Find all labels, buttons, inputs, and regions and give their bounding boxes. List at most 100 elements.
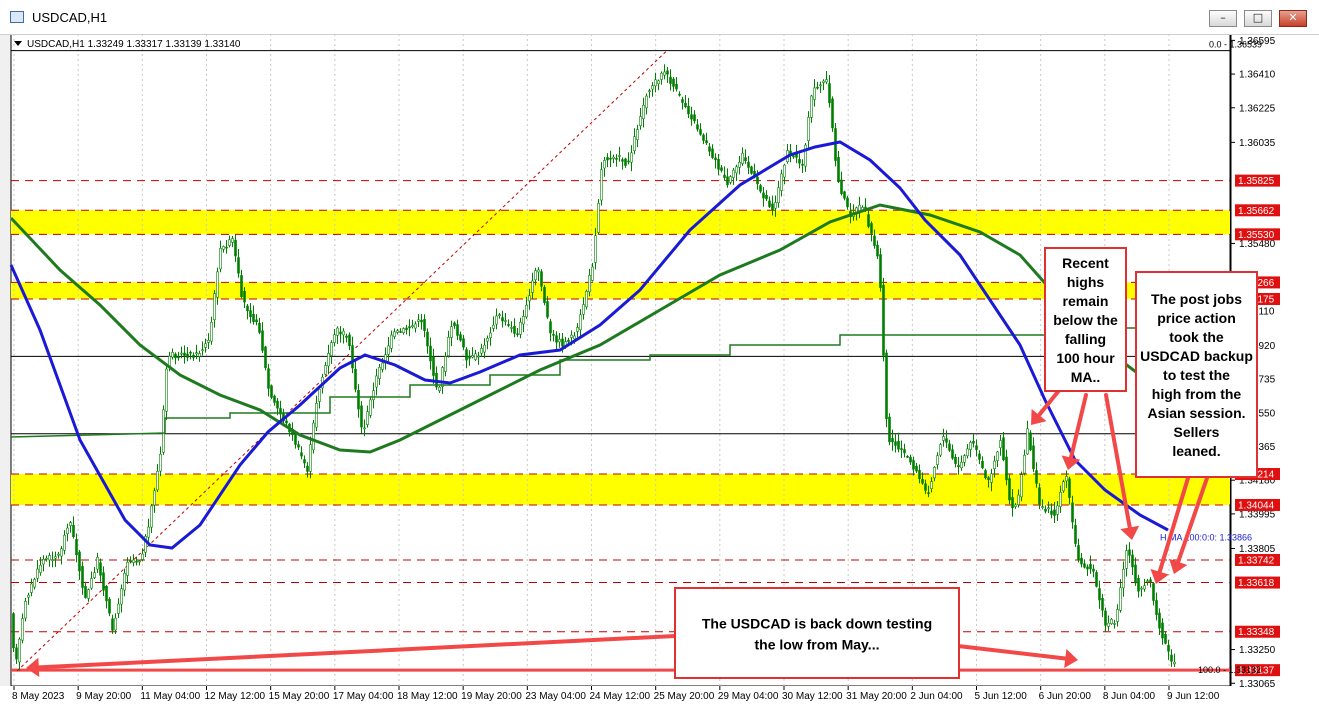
candle-body	[969, 442, 972, 450]
candle-body	[51, 559, 54, 561]
candle-body	[717, 159, 720, 170]
candle-body	[387, 345, 390, 355]
candle-body	[888, 416, 891, 443]
candle-body	[909, 456, 912, 463]
candle-body	[780, 173, 783, 191]
jobs-annotation-line: to test the	[1163, 367, 1230, 383]
maximize-button[interactable]: □	[1244, 10, 1272, 27]
candle-body	[1128, 549, 1131, 556]
low-annotation-line: The USDCAD is back down testing	[702, 615, 932, 631]
candle-body	[1071, 502, 1074, 523]
candle-body	[126, 561, 129, 576]
candle-body	[627, 160, 630, 163]
candle-body	[426, 331, 429, 347]
candle-body	[597, 203, 600, 233]
candle-body	[609, 157, 612, 160]
close-button[interactable]: ✕	[1279, 10, 1307, 27]
candle-body	[33, 579, 36, 588]
candle-body	[393, 331, 396, 337]
candle-body	[249, 310, 252, 318]
candle-body	[402, 328, 405, 334]
candle-body	[603, 160, 606, 169]
candle-body	[924, 483, 927, 491]
candle-body	[636, 129, 639, 141]
candle-body	[375, 375, 378, 388]
time-tick-label: 25 May 20:00	[654, 691, 715, 702]
minimize-button[interactable]: –	[1209, 10, 1237, 27]
candle-body	[1032, 445, 1035, 470]
candle-body	[585, 291, 588, 308]
candle-body	[708, 146, 711, 152]
candle-body	[1008, 478, 1011, 501]
candle-body	[531, 280, 534, 293]
candle-body	[873, 235, 876, 246]
candle-body	[468, 355, 471, 359]
candle-body	[1041, 506, 1044, 508]
candle-body	[858, 204, 861, 211]
highs-annotation-line: 100 hour	[1056, 350, 1115, 366]
candle-body	[465, 349, 468, 361]
candle-body	[675, 83, 678, 90]
highs-annotation: Recent highs remain below the falling 100 hou…	[1044, 247, 1127, 392]
candle-body	[1074, 525, 1077, 544]
candle-body	[726, 176, 729, 186]
candle-body	[963, 455, 966, 463]
candle-body	[1029, 432, 1032, 451]
time-tick-label: 2 Jun 04:00	[910, 691, 963, 702]
candle-body	[1014, 504, 1017, 507]
candle-body	[1125, 550, 1128, 569]
candle-body	[132, 559, 135, 563]
candle-body	[828, 83, 831, 104]
candle-body	[552, 334, 555, 336]
candle-body	[939, 444, 942, 456]
candle-body	[315, 403, 318, 428]
candle-body	[1053, 509, 1056, 516]
candle-body	[54, 556, 57, 559]
candle-body	[702, 134, 705, 141]
candle-body	[534, 270, 537, 281]
candle-body	[1020, 474, 1023, 498]
candle-body	[150, 505, 153, 528]
candle-body	[705, 140, 708, 144]
candle-body	[594, 235, 597, 263]
candle-body	[915, 465, 918, 472]
time-tick-label: 9 May 20:00	[76, 691, 131, 702]
candle-body	[837, 157, 840, 183]
candle-body	[954, 456, 957, 464]
candle-body	[459, 334, 462, 341]
candle-body	[654, 79, 657, 87]
level-price-label: 1.35662	[1235, 204, 1280, 217]
jobs-annotation: The post jobs price action took the USDCAD …	[1135, 271, 1258, 478]
candle-body	[1077, 545, 1080, 561]
candle-body	[981, 460, 984, 469]
candle-body	[1152, 583, 1155, 601]
candle-body	[15, 647, 18, 660]
jobs-annotation-line: USDCAD backup	[1140, 348, 1253, 364]
candle-body	[867, 214, 870, 227]
level-label-text: 1.33618	[1238, 578, 1275, 589]
candle-body	[648, 90, 651, 92]
candle-body	[750, 166, 753, 174]
chart-window-icon	[10, 11, 24, 23]
candle-body	[66, 527, 69, 535]
candle-body	[354, 368, 357, 390]
candle-body	[945, 438, 948, 443]
candle-body	[285, 420, 288, 424]
candle-body	[747, 161, 750, 168]
candle-body	[327, 353, 330, 367]
candle-body	[240, 275, 243, 298]
candle-body	[1035, 470, 1038, 484]
candle-body	[639, 116, 642, 127]
candle-body	[615, 158, 618, 160]
candle-body	[777, 187, 780, 204]
candle-body	[681, 99, 684, 103]
candle-body	[906, 456, 909, 458]
candle-body	[1023, 454, 1026, 474]
candle-body	[378, 367, 381, 379]
candle-body	[720, 167, 723, 171]
candle-body	[762, 192, 765, 199]
ma-100-label: H MA 100:0:0: 1.33866	[1160, 532, 1252, 542]
jobs-annotation-line: Sellers	[1174, 424, 1220, 440]
candle-body	[1170, 654, 1173, 662]
candle-body	[372, 390, 375, 401]
